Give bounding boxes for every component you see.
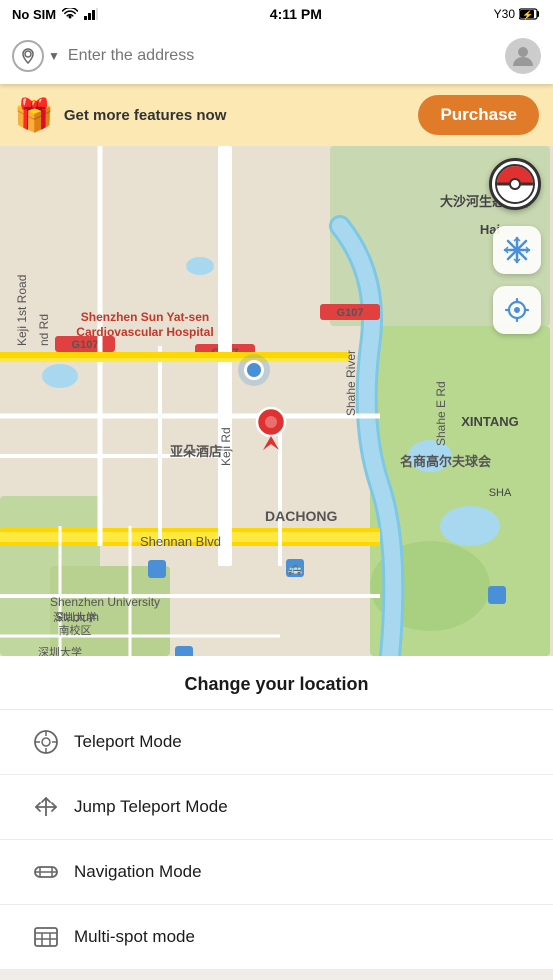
battery-label: Y30: [494, 7, 515, 21]
teleport-mode-label: Teleport Mode: [74, 732, 182, 752]
multi-spot-mode-item[interactable]: Multi-spot mode: [0, 905, 553, 969]
user-avatar-icon: [509, 42, 537, 70]
battery-icon: ⚡: [519, 8, 541, 20]
gift-icon: 🎁: [14, 96, 54, 134]
svg-text:XINTANG: XINTANG: [461, 414, 519, 429]
status-bar: No SIM 4:11 PM Y30 ⚡: [0, 0, 553, 28]
selected-location-pin: [255, 406, 287, 455]
teleport-mode-item[interactable]: Teleport Mode: [0, 710, 553, 775]
location-picker-button[interactable]: [12, 40, 44, 72]
svg-text:Shennan Blvd: Shennan Blvd: [140, 534, 221, 549]
carrier-label: No SIM: [12, 7, 56, 22]
svg-text:G107: G107: [337, 307, 364, 319]
svg-text:Keji Rd: Keji Rd: [219, 427, 233, 466]
status-right: Y30 ⚡: [494, 7, 541, 21]
svg-text:Shahe E Rd: Shahe E Rd: [434, 381, 448, 446]
purchase-button[interactable]: Purchase: [418, 95, 539, 135]
map-area[interactable]: G107 G107 G107 Shenzhen Sun Yat-sen Card…: [0, 146, 553, 656]
jump-teleport-mode-label: Jump Teleport Mode: [74, 797, 228, 817]
jump-teleport-icon: [32, 793, 60, 821]
svg-text:亚朵酒店: 亚朵酒店: [170, 444, 222, 459]
snowflake-icon: [503, 236, 531, 264]
pokeball-icon: [495, 164, 535, 204]
svg-text:南校区: 南校区: [59, 623, 92, 637]
svg-text:nd Rd: nd Rd: [37, 314, 51, 346]
svg-text:⚡: ⚡: [522, 9, 533, 20]
banner-text: Get more features now: [64, 107, 227, 124]
locate-icon: [504, 297, 530, 323]
svg-text:深圳大学: 深圳大学: [38, 645, 82, 656]
search-left-group: ▼: [12, 40, 60, 72]
current-location-dot: [244, 360, 264, 380]
svg-text:Cardiovascular Hospital: Cardiovascular Hospital: [76, 325, 213, 339]
svg-text:DACHONG: DACHONG: [265, 508, 337, 524]
svg-text:Shahe River: Shahe River: [344, 350, 358, 416]
svg-text:SHA: SHA: [489, 487, 512, 499]
address-search-input[interactable]: [68, 47, 497, 65]
bottom-panel: Change your location Teleport Mode: [0, 656, 553, 969]
multi-spot-icon: [32, 923, 60, 951]
location-pin-icon: [19, 47, 37, 65]
navigation-mode-item[interactable]: Navigation Mode: [0, 840, 553, 905]
svg-text:Shenzhen University: Shenzhen University: [50, 595, 160, 609]
navigation-mode-icon: [32, 858, 60, 886]
jump-teleport-mode-item[interactable]: Jump Teleport Mode: [0, 775, 553, 840]
panel-title: Change your location: [0, 656, 553, 710]
signal-icon: [84, 8, 98, 20]
map-svg: G107 G107 G107 Shenzhen Sun Yat-sen Card…: [0, 146, 553, 656]
pokeball-button[interactable]: [489, 158, 541, 210]
promo-banner: 🎁 Get more features now Purchase: [0, 84, 553, 146]
svg-text:名商高尔夫球会: 名商高尔夫球会: [400, 454, 492, 469]
wifi-icon: [62, 8, 78, 20]
svg-text:🚌: 🚌: [288, 561, 303, 575]
svg-text:Shenzhen Sun Yat-sen: Shenzhen Sun Yat-sen: [81, 310, 209, 324]
status-left: No SIM: [12, 7, 98, 22]
search-bar: ▼: [0, 28, 553, 84]
svg-text:Keji 1st Road: Keji 1st Road: [15, 275, 29, 346]
mode-list: Teleport Mode Jump Teleport Mode: [0, 710, 553, 969]
banner-left: 🎁 Get more features now: [14, 96, 226, 134]
svg-text:Stadium: Stadium: [55, 610, 99, 624]
locate-button[interactable]: [493, 286, 541, 334]
multi-spot-mode-label: Multi-spot mode: [74, 927, 195, 947]
teleport-icon: [32, 728, 60, 756]
navigation-mode-label: Navigation Mode: [74, 862, 202, 882]
snowflake-button[interactable]: [493, 226, 541, 274]
chevron-down-icon: ▼: [48, 49, 60, 63]
status-time: 4:11 PM: [270, 6, 322, 22]
svg-text:G107: G107: [72, 339, 99, 351]
user-avatar[interactable]: [505, 38, 541, 74]
